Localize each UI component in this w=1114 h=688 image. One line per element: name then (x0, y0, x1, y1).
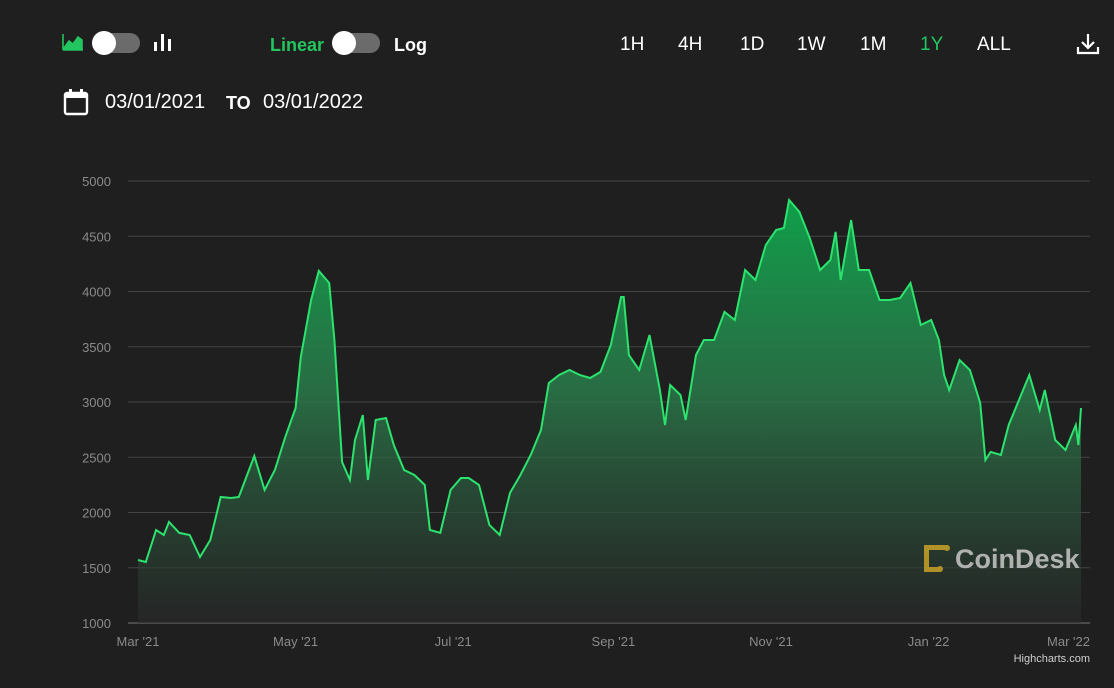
y-tick-label: 2500 (82, 450, 111, 465)
y-tick-label: 5000 (82, 174, 111, 189)
x-tick-label: Nov '21 (749, 634, 793, 649)
y-tick-label: 3000 (82, 395, 111, 410)
price-chart[interactable]: 1000 1500 2000 2500 3000 3500 4000 4500 5000 Coi… (0, 0, 1114, 688)
x-tick-label: Mar '21 (117, 634, 160, 649)
watermark-text: CoinDesk (955, 544, 1081, 574)
x-tick-label: Mar '22 (1047, 634, 1090, 649)
price-area (138, 200, 1081, 623)
y-tick-label: 4000 (82, 285, 111, 300)
x-tick-label: Jul '21 (435, 634, 472, 649)
x-tick-label: May '21 (273, 634, 318, 649)
y-tick-label: 4500 (82, 229, 111, 244)
x-tick-label: Jan '22 (908, 634, 950, 649)
x-tick-label: Sep '21 (592, 634, 636, 649)
highcharts-credit[interactable]: Highcharts.com (1014, 653, 1090, 665)
y-tick-label: 1000 (82, 616, 111, 631)
y-tick-label: 2000 (82, 506, 111, 521)
y-tick-label: 1500 (82, 561, 111, 576)
y-tick-label: 3500 (82, 340, 111, 355)
